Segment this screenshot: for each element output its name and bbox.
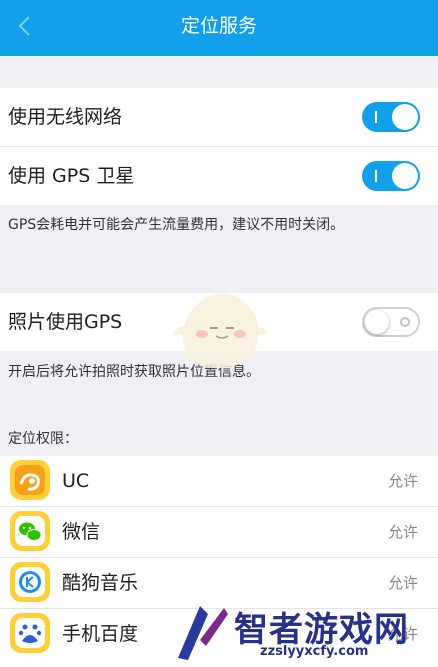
gps-label: 使用 GPS 卫星 bbox=[8, 165, 135, 187]
toggle-on-bar bbox=[375, 170, 377, 182]
uc-browser-icon bbox=[10, 460, 50, 500]
section-label-permissions: 定位权限： bbox=[8, 431, 78, 447]
app-status: 允许 bbox=[387, 523, 418, 541]
watermark-logo-icon bbox=[178, 606, 228, 660]
toggle-off-ring bbox=[400, 317, 410, 327]
photo-gps-label: 照片使用GPS bbox=[8, 311, 123, 333]
toggle-knob bbox=[392, 104, 418, 130]
wifi-setting-row[interactable]: 使用无线网络 bbox=[0, 88, 438, 146]
app-name: 微信 bbox=[62, 521, 101, 543]
toggle-on-bar bbox=[375, 111, 377, 123]
app-status: 允许 bbox=[387, 472, 418, 490]
app-name: 酷狗音乐 bbox=[62, 572, 139, 594]
mascot-illustration bbox=[172, 293, 268, 369]
app-name: UC bbox=[62, 470, 90, 492]
toggle-knob bbox=[392, 163, 418, 189]
toggle-knob bbox=[365, 310, 389, 334]
gps-setting-row[interactable]: 使用 GPS 卫星 bbox=[0, 147, 438, 205]
app-row-wechat[interactable]: 微信 允许 bbox=[0, 507, 438, 557]
site-watermark: 智者游戏网 zzslyyxcfy.com bbox=[170, 598, 438, 667]
page-title: 定位服务 bbox=[180, 15, 257, 37]
baidu-icon bbox=[10, 613, 50, 653]
photo-gps-toggle[interactable] bbox=[362, 307, 420, 337]
watermark-url: zzslyyxcfy.com bbox=[260, 644, 369, 659]
app-row-uc[interactable]: UC 允许 bbox=[0, 456, 438, 506]
app-name: 手机百度 bbox=[62, 623, 139, 645]
title-bar: 定位服务 bbox=[0, 0, 438, 56]
wechat-icon bbox=[10, 511, 50, 551]
wifi-label: 使用无线网络 bbox=[8, 106, 123, 128]
wifi-toggle[interactable] bbox=[362, 102, 420, 132]
gps-toggle[interactable] bbox=[362, 161, 420, 191]
kugou-music-icon bbox=[10, 562, 50, 602]
gps-note: GPS会耗电并可能会产生流量费用，建议不用时关闭。 bbox=[8, 217, 345, 233]
